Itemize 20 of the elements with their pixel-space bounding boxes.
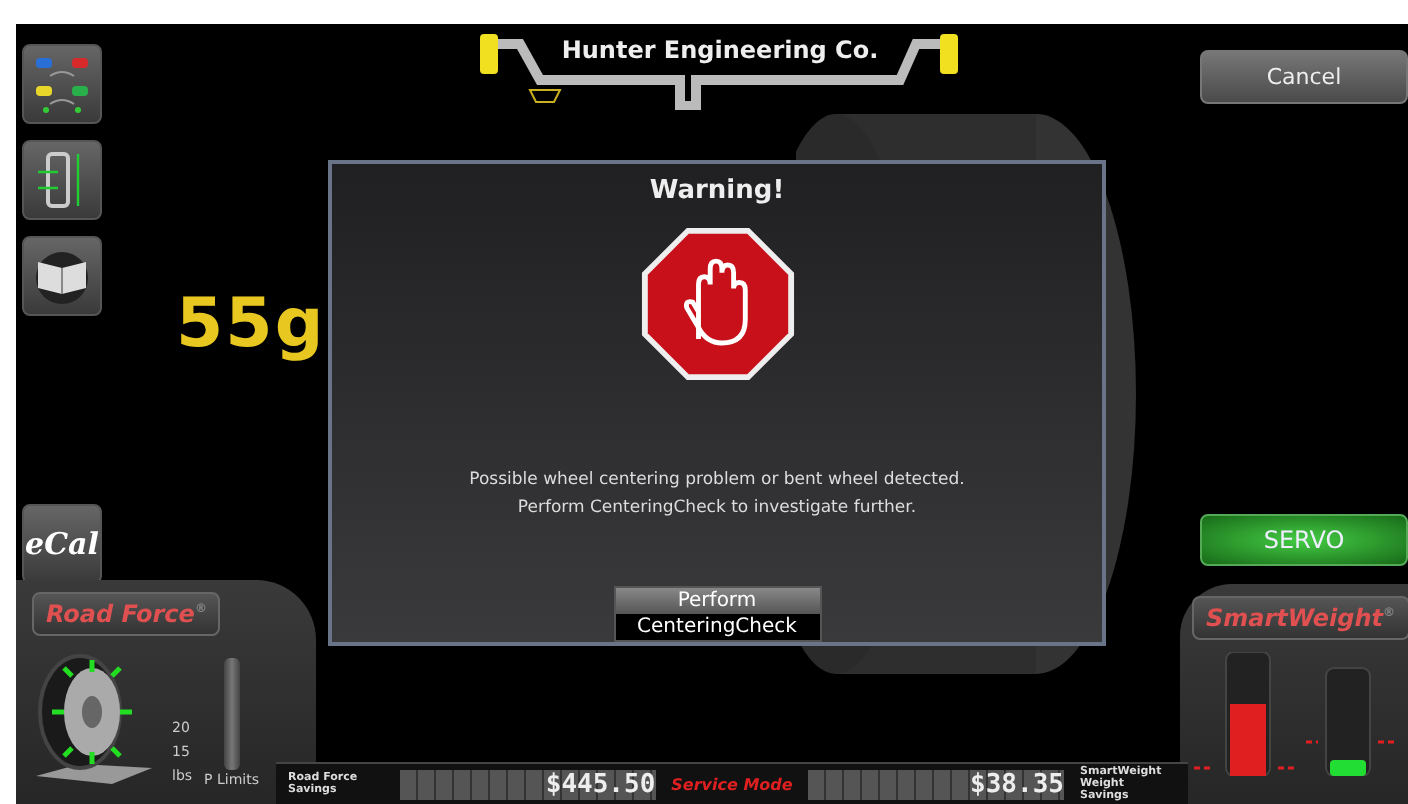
wheel-profile-button[interactable] [22, 140, 102, 220]
warning-message: Possible wheel centering problem or bent wheel detected. [469, 470, 965, 490]
company-title: Hunter Engineering Co. [560, 36, 880, 64]
warning-message: Perform CenteringCheck to investigate further. [517, 498, 917, 518]
dialog-title: Warning! [649, 176, 785, 206]
cancel-button[interactable]: Cancel [1200, 50, 1408, 104]
smartweight-savings: $38.35 [808, 769, 1064, 799]
mode-label: Service Mode [671, 775, 793, 793]
ecal-button[interactable]: eCal [22, 504, 102, 584]
road-force-savings: $445.50 [400, 769, 656, 799]
weight-reading: 55g [176, 284, 326, 364]
perform-centeringcheck-button[interactable]: Perform CenteringCheck [613, 586, 821, 642]
smartweight-label: SmartWeight$^{®}$ [1192, 596, 1408, 640]
limit-gauge [223, 658, 240, 770]
stop-hand-icon [637, 226, 797, 382]
book-icon [30, 246, 94, 306]
road-force-label: Road Force$^{®}$ [32, 592, 221, 636]
manual-button[interactable] [22, 236, 102, 316]
vehicle-wheels-icon [30, 52, 94, 116]
vehicle-wheels-button[interactable] [22, 44, 102, 124]
